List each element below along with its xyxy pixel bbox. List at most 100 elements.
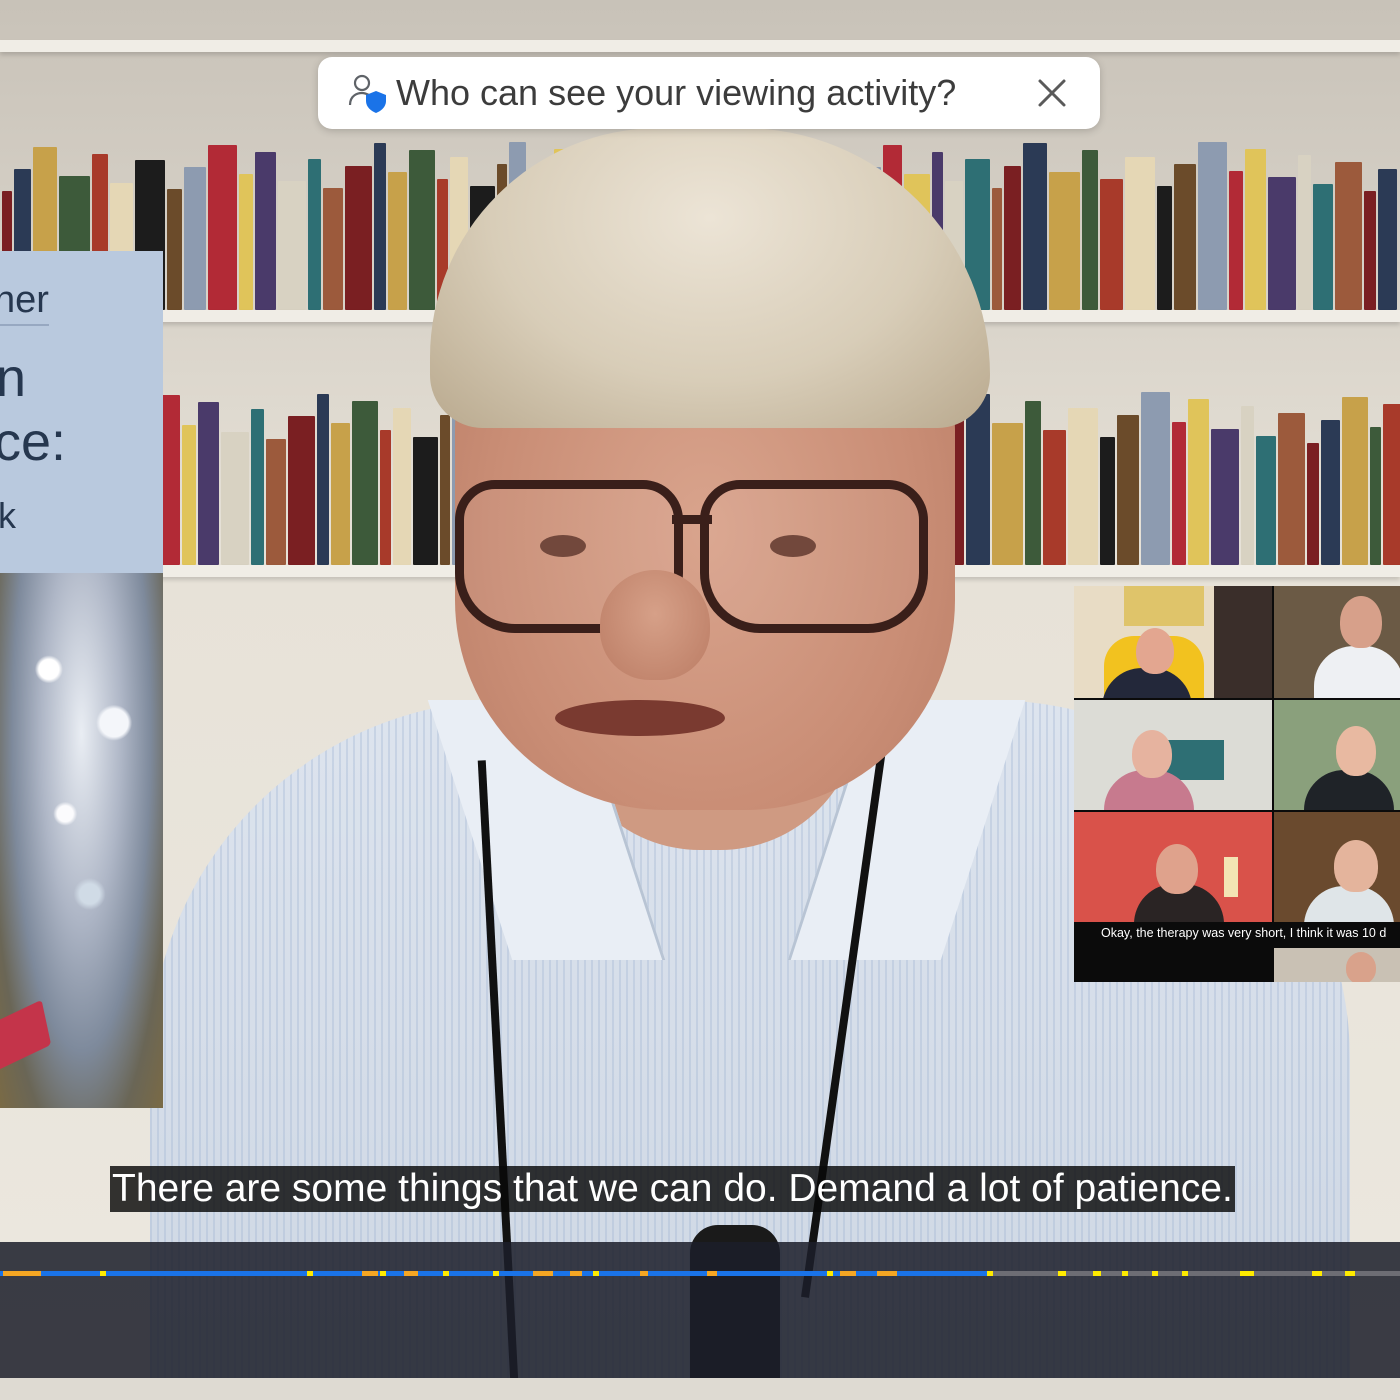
- book-spine: [1241, 405, 1254, 565]
- book-spine: [1100, 179, 1123, 310]
- book-spine: [1256, 435, 1276, 565]
- book-cover-header: ner n ce: k: [0, 251, 163, 573]
- book-spine: [1383, 404, 1400, 565]
- book-spine: [1141, 391, 1170, 565]
- shelf-board: [0, 40, 1400, 52]
- book-spine: [182, 425, 196, 565]
- book-cover: ner n ce: k: [0, 251, 163, 1108]
- notice-text: Who can see your viewing activity?: [396, 72, 957, 113]
- participant-face: [1132, 730, 1172, 778]
- book-spine: [440, 414, 450, 565]
- progress-marker: [593, 1271, 599, 1276]
- book-spine: [1049, 172, 1080, 310]
- shelf-row: [0, 0, 1400, 40]
- speaker-mouth: [555, 700, 725, 736]
- book-spine: [184, 167, 206, 310]
- book-spine: [393, 407, 411, 565]
- book-spine: [413, 437, 438, 565]
- book-spine: [1174, 163, 1196, 310]
- progress-marker: [570, 1271, 582, 1276]
- progress-marker: [707, 1271, 717, 1276]
- progress-marker: [1240, 1271, 1254, 1276]
- book-spine: [208, 145, 237, 310]
- book-spine: [966, 393, 990, 565]
- glasses-lens: [700, 480, 928, 633]
- player-controls[interactable]: [0, 1242, 1400, 1378]
- progress-marker: [3, 1271, 41, 1276]
- speaker-nose: [600, 570, 710, 680]
- participant-face: [1340, 596, 1382, 648]
- progress-marker: [404, 1271, 418, 1276]
- book-spine: [266, 439, 286, 565]
- subtitle-caption: There are some things that we can do. De…: [110, 1166, 1235, 1212]
- book-spine: [345, 165, 372, 310]
- book-spine: [1004, 165, 1021, 310]
- book-spine: [1023, 143, 1047, 310]
- book-spine: [1370, 426, 1381, 565]
- book-spine: [1245, 148, 1266, 310]
- gallery-caption-bar: Okay, the therapy was very short, I thin…: [1074, 924, 1400, 946]
- bottom-strip: [0, 1378, 1400, 1400]
- participant-tile: [1074, 700, 1272, 810]
- book-spine: [317, 393, 329, 565]
- participant-tile: [1274, 812, 1400, 922]
- book-spine: [1307, 442, 1319, 565]
- book-spine: [1229, 170, 1243, 310]
- participant-face: [1334, 840, 1378, 892]
- book-spine: [352, 400, 378, 565]
- progress-marker: [827, 1271, 833, 1276]
- book-spine: [251, 409, 264, 565]
- progress-marker: [1345, 1271, 1355, 1276]
- progress-marker: [533, 1271, 553, 1276]
- book-spine: [388, 172, 407, 310]
- book-spine: [1198, 141, 1227, 310]
- progress-marker: [1182, 1271, 1188, 1276]
- book-spine: [992, 423, 1023, 565]
- close-icon[interactable]: [1030, 71, 1074, 115]
- book-spine: [1188, 398, 1209, 565]
- participant-tile: [1274, 700, 1400, 810]
- progress-marker: [1312, 1271, 1322, 1276]
- book-cover-title: ce:: [0, 412, 67, 472]
- book-cover-author: ner: [0, 279, 49, 326]
- tile-bookshelf: [1214, 586, 1272, 698]
- book-spine: [331, 423, 350, 565]
- participant-tile: [1274, 948, 1400, 982]
- tile-candle: [1224, 857, 1238, 897]
- glasses-bridge: [672, 515, 712, 524]
- book-spine: [1125, 157, 1155, 310]
- book-spine: [1378, 168, 1397, 310]
- participant-tile: [1074, 812, 1272, 922]
- progress-marker: [1122, 1271, 1128, 1276]
- book-spine: [167, 189, 182, 310]
- book-spine: [1364, 191, 1376, 310]
- progress-marker: [380, 1271, 386, 1276]
- book-spine: [198, 402, 219, 565]
- participant-gallery: Okay, the therapy was very short, I thin…: [1074, 586, 1400, 982]
- book-spine: [288, 416, 315, 565]
- progress-marker: [307, 1271, 313, 1276]
- book-spine: [1068, 407, 1098, 565]
- progress-bar[interactable]: [0, 1271, 1400, 1276]
- video-frame[interactable]: ner n ce: k Okay, the therapy was very s…: [0, 0, 1400, 1400]
- book-spine: [374, 143, 386, 310]
- book-spine: [1043, 430, 1066, 565]
- progress-marker: [1152, 1271, 1158, 1276]
- participant-face: [1136, 628, 1174, 674]
- book-spine: [255, 151, 276, 310]
- person-shield-icon: [346, 71, 390, 115]
- progress-marker: [100, 1271, 106, 1276]
- book-spine: [1298, 155, 1311, 310]
- participant-face: [1346, 952, 1376, 982]
- book-spine: [1342, 397, 1368, 565]
- viewing-activity-notice[interactable]: Who can see your viewing activity?: [318, 57, 1100, 129]
- progress-marker: [840, 1271, 856, 1276]
- book-spine: [1268, 177, 1296, 310]
- book-cover-title: n: [0, 348, 27, 408]
- participant-tile: [1074, 586, 1272, 698]
- tile-painting: [1124, 586, 1204, 626]
- progress-marker: [1058, 1271, 1066, 1276]
- progress-marker: [640, 1271, 648, 1276]
- book-spine: [992, 187, 1002, 310]
- progress-marker: [362, 1271, 378, 1276]
